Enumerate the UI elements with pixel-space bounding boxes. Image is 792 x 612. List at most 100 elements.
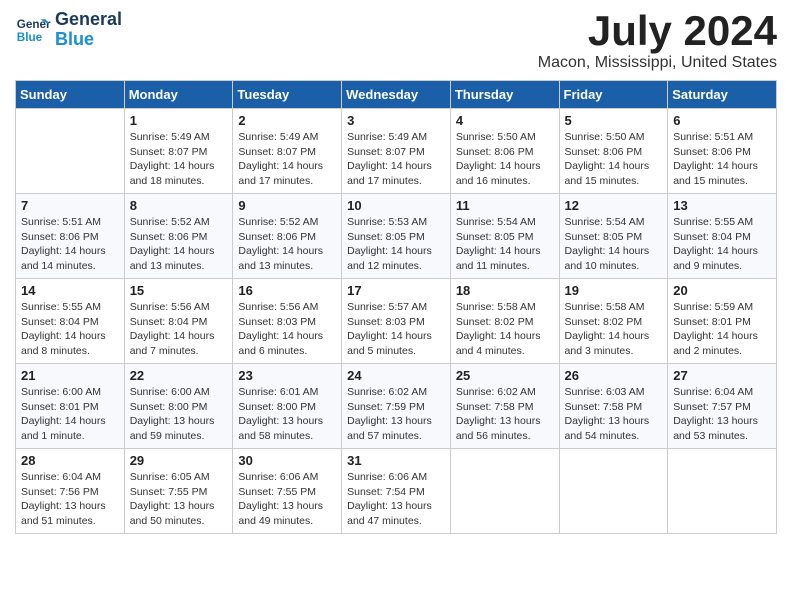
day-number: 20 <box>673 283 771 298</box>
day-number: 26 <box>565 368 663 383</box>
day-number: 9 <box>238 198 336 213</box>
calendar-week-row: 14Sunrise: 5:55 AM Sunset: 8:04 PM Dayli… <box>16 279 777 364</box>
weekday-header-saturday: Saturday <box>668 81 777 109</box>
calendar-cell <box>559 449 668 534</box>
calendar-week-row: 28 Sunrise: 6:04 AM Sunset: 7:56 PM Dayli… <box>16 449 777 534</box>
day-number: 22 <box>130 368 228 383</box>
calendar-cell: 30 Sunrise: 6:06 AM Sunset: 7:55 PM Dayli… <box>233 449 342 534</box>
weekday-header-row: SundayMondayTuesdayWednesdayThursdayFrid… <box>16 81 777 109</box>
day-number: 13 <box>673 198 771 213</box>
weekday-header-tuesday: Tuesday <box>233 81 342 109</box>
calendar-cell: 29Sunrise: 6:05 AM Sunset: 7:55 PM Dayli… <box>124 449 233 534</box>
calendar-cell: 9 Sunrise: 5:52 AM Sunset: 8:06 PM Daylig… <box>233 194 342 279</box>
day-info: Sunrise: 5:51 AM Sunset: 8:06 PM Dayligh… <box>21 215 119 274</box>
calendar-cell: 13 Sunrise: 5:55 AM Sunset: 8:04 PM Dayli… <box>668 194 777 279</box>
calendar-cell: 21 Sunrise: 6:00 AM Sunset: 8:01 PM Dayli… <box>16 364 125 449</box>
calendar-cell: 15Sunrise: 5:56 AM Sunset: 8:04 PM Dayli… <box>124 279 233 364</box>
day-info: Sunrise: 5:52 AM Sunset: 8:06 PM Dayligh… <box>130 215 228 274</box>
calendar-cell: 11 Sunrise: 5:54 AM Sunset: 8:05 PM Dayli… <box>450 194 559 279</box>
month-title: July 2024 <box>538 10 777 52</box>
day-info: Sunrise: 5:56 AM Sunset: 8:03 PM Dayligh… <box>238 300 336 359</box>
day-info: Sunrise: 6:01 AM Sunset: 8:00 PM Dayligh… <box>238 385 336 444</box>
calendar-cell <box>668 449 777 534</box>
day-info: Sunrise: 5:54 AM Sunset: 8:05 PM Dayligh… <box>565 215 663 274</box>
calendar-cell: 12 Sunrise: 5:54 AM Sunset: 8:05 PM Dayli… <box>559 194 668 279</box>
day-number: 2 <box>238 113 336 128</box>
weekday-header-friday: Friday <box>559 81 668 109</box>
calendar-cell: 2 Sunrise: 5:49 AM Sunset: 8:07 PM Daylig… <box>233 109 342 194</box>
calendar-cell <box>16 109 125 194</box>
day-info: Sunrise: 5:50 AM Sunset: 8:06 PM Dayligh… <box>456 130 554 189</box>
day-info: Sunrise: 6:00 AM Sunset: 8:00 PM Dayligh… <box>130 385 228 444</box>
day-number: 5 <box>565 113 663 128</box>
calendar-cell: 4 Sunrise: 5:50 AM Sunset: 8:06 PM Daylig… <box>450 109 559 194</box>
weekday-header-monday: Monday <box>124 81 233 109</box>
day-info: Sunrise: 5:49 AM Sunset: 8:07 PM Dayligh… <box>238 130 336 189</box>
calendar-cell: 8 Sunrise: 5:52 AM Sunset: 8:06 PM Daylig… <box>124 194 233 279</box>
calendar-cell: 28 Sunrise: 6:04 AM Sunset: 7:56 PM Dayli… <box>16 449 125 534</box>
day-info: Sunrise: 6:04 AM Sunset: 7:57 PM Dayligh… <box>673 385 771 444</box>
calendar-cell: 22 Sunrise: 6:00 AM Sunset: 8:00 PM Dayli… <box>124 364 233 449</box>
day-info: Sunrise: 5:52 AM Sunset: 8:06 PM Dayligh… <box>238 215 336 274</box>
day-info: Sunrise: 6:02 AM Sunset: 7:58 PM Dayligh… <box>456 385 554 444</box>
day-info: Sunrise: 6:06 AM Sunset: 7:55 PM Dayligh… <box>238 470 336 529</box>
day-info: Sunrise: 5:51 AM Sunset: 8:06 PM Dayligh… <box>673 130 771 189</box>
calendar-cell: 6 Sunrise: 5:51 AM Sunset: 8:06 PM Daylig… <box>668 109 777 194</box>
calendar-cell: 24Sunrise: 6:02 AM Sunset: 7:59 PM Dayli… <box>342 364 451 449</box>
location-title: Macon, Mississippi, United States <box>538 54 777 72</box>
calendar-cell: 23 Sunrise: 6:01 AM Sunset: 8:00 PM Dayli… <box>233 364 342 449</box>
day-number: 31 <box>347 453 445 468</box>
calendar-cell: 31Sunrise: 6:06 AM Sunset: 7:54 PM Dayli… <box>342 449 451 534</box>
day-number: 1 <box>130 113 228 128</box>
calendar-week-row: 21 Sunrise: 6:00 AM Sunset: 8:01 PM Dayli… <box>16 364 777 449</box>
calendar-cell: 26 Sunrise: 6:03 AM Sunset: 7:58 PM Dayli… <box>559 364 668 449</box>
day-info: Sunrise: 6:04 AM Sunset: 7:56 PM Dayligh… <box>21 470 119 529</box>
day-info: Sunrise: 5:53 AM Sunset: 8:05 PM Dayligh… <box>347 215 445 274</box>
day-number: 27 <box>673 368 771 383</box>
weekday-header-sunday: Sunday <box>16 81 125 109</box>
logo: General Blue GeneralBlue <box>15 10 122 50</box>
weekday-header-wednesday: Wednesday <box>342 81 451 109</box>
calendar-cell: 25 Sunrise: 6:02 AM Sunset: 7:58 PM Dayli… <box>450 364 559 449</box>
day-info: Sunrise: 5:58 AM Sunset: 8:02 PM Dayligh… <box>565 300 663 359</box>
calendar-cell: 7Sunrise: 5:51 AM Sunset: 8:06 PM Daylig… <box>16 194 125 279</box>
calendar-body: 1 Sunrise: 5:49 AM Sunset: 8:07 PM Daylig… <box>16 109 777 534</box>
day-info: Sunrise: 6:00 AM Sunset: 8:01 PM Dayligh… <box>21 385 119 444</box>
day-number: 12 <box>565 198 663 213</box>
day-number: 25 <box>456 368 554 383</box>
day-info: Sunrise: 5:49 AM Sunset: 8:07 PM Dayligh… <box>347 130 445 189</box>
calendar-cell: 5Sunrise: 5:50 AM Sunset: 8:06 PM Daylig… <box>559 109 668 194</box>
calendar-cell: 17Sunrise: 5:57 AM Sunset: 8:03 PM Dayli… <box>342 279 451 364</box>
day-info: Sunrise: 6:02 AM Sunset: 7:59 PM Dayligh… <box>347 385 445 444</box>
day-info: Sunrise: 6:03 AM Sunset: 7:58 PM Dayligh… <box>565 385 663 444</box>
calendar-cell: 1 Sunrise: 5:49 AM Sunset: 8:07 PM Daylig… <box>124 109 233 194</box>
calendar-cell: 19 Sunrise: 5:58 AM Sunset: 8:02 PM Dayli… <box>559 279 668 364</box>
day-info: Sunrise: 5:59 AM Sunset: 8:01 PM Dayligh… <box>673 300 771 359</box>
day-number: 16 <box>238 283 336 298</box>
day-number: 10 <box>347 198 445 213</box>
day-info: Sunrise: 5:58 AM Sunset: 8:02 PM Dayligh… <box>456 300 554 359</box>
calendar-cell: 14Sunrise: 5:55 AM Sunset: 8:04 PM Dayli… <box>16 279 125 364</box>
day-number: 6 <box>673 113 771 128</box>
day-info: Sunrise: 5:54 AM Sunset: 8:05 PM Dayligh… <box>456 215 554 274</box>
day-number: 28 <box>21 453 119 468</box>
day-number: 30 <box>238 453 336 468</box>
day-number: 19 <box>565 283 663 298</box>
day-info: Sunrise: 5:55 AM Sunset: 8:04 PM Dayligh… <box>673 215 771 274</box>
calendar-cell: 27 Sunrise: 6:04 AM Sunset: 7:57 PM Dayli… <box>668 364 777 449</box>
day-number: 15 <box>130 283 228 298</box>
calendar-cell: 16 Sunrise: 5:56 AM Sunset: 8:03 PM Dayli… <box>233 279 342 364</box>
weekday-header-thursday: Thursday <box>450 81 559 109</box>
calendar-cell: 10 Sunrise: 5:53 AM Sunset: 8:05 PM Dayli… <box>342 194 451 279</box>
day-number: 11 <box>456 198 554 213</box>
title-block: July 2024 Macon, Mississippi, United Sta… <box>538 10 777 72</box>
day-info: Sunrise: 6:05 AM Sunset: 7:55 PM Dayligh… <box>130 470 228 529</box>
calendar-week-row: 1 Sunrise: 5:49 AM Sunset: 8:07 PM Daylig… <box>16 109 777 194</box>
day-number: 8 <box>130 198 228 213</box>
day-info: Sunrise: 5:49 AM Sunset: 8:07 PM Dayligh… <box>130 130 228 189</box>
day-number: 18 <box>456 283 554 298</box>
day-number: 23 <box>238 368 336 383</box>
day-number: 21 <box>21 368 119 383</box>
logo-icon: General Blue <box>15 12 51 48</box>
day-number: 4 <box>456 113 554 128</box>
